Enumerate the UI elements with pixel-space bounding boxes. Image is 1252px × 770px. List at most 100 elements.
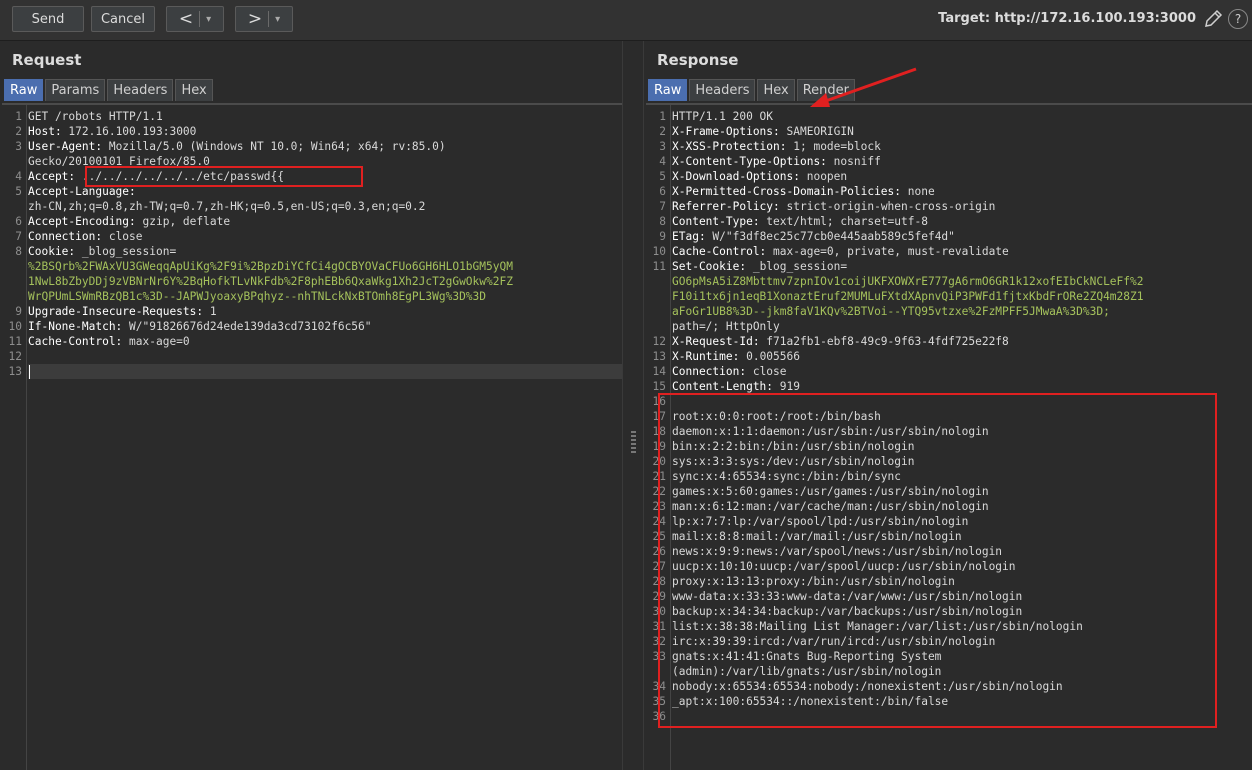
- line-text: zh-CN,zh;q=0.8,zh-TW;q=0.7,zh-HK;q=0.5,e…: [28, 199, 425, 214]
- header-name: Content-Type:: [672, 215, 760, 228]
- code-line: 13: [2, 364, 622, 379]
- line-text: Accept-Encoding: gzip, deflate: [28, 214, 230, 229]
- chevron-right-icon: >: [247, 8, 263, 29]
- line-text: X-Frame-Options: SAMEORIGIN: [672, 124, 854, 139]
- cancel-label: Cancel: [100, 11, 146, 27]
- line-number: 12: [8, 350, 22, 363]
- request-editor[interactable]: 1 GET /robots HTTP/1.1 2 Host: 172.16.100.1…: [2, 103, 622, 770]
- header-name: X-Runtime:: [672, 350, 740, 363]
- line-text: HTTP/1.1 200 OK: [672, 109, 773, 124]
- code-line: 1NwL8bZbyDDj9zVBNrNr6Y%2BqHofkTLvNkFdb%2…: [2, 274, 622, 289]
- line-number: 6: [659, 185, 666, 198]
- request-tabs: Raw Params Headers Hex: [4, 79, 215, 101]
- highlight-box: [85, 166, 363, 187]
- highlight-box: [658, 393, 1217, 728]
- back-button[interactable]: < ▾: [166, 6, 224, 32]
- request-panel: Request Raw Params Headers Hex 1 GET /robots…: [0, 41, 622, 770]
- header-name: User-Agent:: [28, 140, 103, 153]
- help-icon[interactable]: ?: [1228, 9, 1248, 29]
- code-line: 8 Content-Type: text/html; charset=utf-8: [646, 214, 1252, 229]
- header-value: max-age=0: [122, 335, 190, 348]
- pencil-icon[interactable]: [1202, 8, 1224, 30]
- response-editor[interactable]: 1 HTTP/1.1 200 OK 2 X-Frame-Options: SAMEOR…: [646, 103, 1252, 770]
- line-text: X-Content-Type-Options: nosniff: [672, 154, 881, 169]
- header-value: W/"91826676d24ede139da3cd73102f6c56": [122, 320, 372, 333]
- cookie-value: GO6pMsA5iZ8Mbttmv7zpnIOv1coijUKFXOWXrE77…: [672, 275, 1144, 288]
- response-panel: Response Raw Headers Hex Render 1 HTTP/1.1 2…: [644, 41, 1252, 770]
- target-label: Target: http://172.16.100.193:3000: [938, 11, 1196, 26]
- header-value: Mozilla/5.0 (Windows NT 10.0; Win64; x64…: [102, 140, 446, 153]
- chevron-left-icon: <: [178, 8, 194, 29]
- response-tab-hex[interactable]: Hex: [757, 79, 795, 101]
- line-text: path=/; HttpOnly: [672, 319, 780, 334]
- header-name: Set-Cookie:: [672, 260, 747, 273]
- code-line: 3 User-Agent: Mozilla/5.0 (Windows NT 10.…: [2, 139, 622, 154]
- code-line: 11 Set-Cookie: _blog_session=: [646, 259, 1252, 274]
- line-text: Cache-Control: max-age=0: [28, 334, 190, 349]
- request-tab-params[interactable]: Params: [45, 79, 106, 101]
- line-number: 12: [652, 335, 666, 348]
- header-value: noopen: [799, 170, 848, 183]
- code-line: 13 X-Runtime: 0.005566: [646, 349, 1252, 364]
- line-number: 11: [8, 335, 22, 348]
- request-tab-headers[interactable]: Headers: [107, 79, 174, 101]
- send-button[interactable]: Send: [12, 6, 84, 32]
- line-text: Cache-Control: max-age=0, private, must-…: [672, 244, 1009, 259]
- header-name: Cache-Control:: [28, 335, 123, 348]
- chevron-down-icon[interactable]: ▾: [275, 14, 280, 25]
- cookie-value: F10i1tx6jn1eqB1XonaztEruf2MUMLuFXtdXApnv…: [672, 290, 1144, 303]
- line-text: X-Runtime: 0.005566: [672, 349, 800, 364]
- request-title: Request: [12, 51, 82, 69]
- header-value: 172.16.100.193:3000: [61, 125, 197, 138]
- line-text: User-Agent: Mozilla/5.0 (Windows NT 10.0…: [28, 139, 446, 154]
- header-value: nosniff: [826, 155, 881, 168]
- line-number: 4: [659, 155, 666, 168]
- request-tab-raw[interactable]: Raw: [4, 79, 44, 101]
- line-number: 6: [15, 215, 22, 228]
- request-tab-hex[interactable]: Hex: [175, 79, 213, 101]
- line-number: 7: [15, 230, 22, 243]
- header-name: X-Permitted-Cross-Domain-Policies:: [672, 185, 902, 198]
- header-value: gzip, deflate: [135, 215, 231, 228]
- code-line: 10 Cache-Control: max-age=0, private, mus…: [646, 244, 1252, 259]
- line-text: X-Permitted-Cross-Domain-Policies: none: [672, 184, 935, 199]
- line-text: X-XSS-Protection: 1; mode=block: [672, 139, 881, 154]
- cookie-value: WrQPUmLSWmRBzQB1c%3D--JAPWJyoaxyBPqhyz--…: [28, 290, 487, 303]
- chevron-down-icon[interactable]: ▾: [206, 14, 211, 25]
- code-line: 7 Referrer-Policy: strict-origin-when-cro…: [646, 199, 1252, 214]
- header-value: 1; mode=block: [786, 140, 881, 153]
- header-name: Connection:: [672, 365, 747, 378]
- code-line: 8 Cookie: _blog_session=: [2, 244, 622, 259]
- header-name: Content-Length:: [672, 380, 774, 393]
- cookie-value: %2BSQrb%2FWAxVU3GWeqqApUiKg%2F9i%2BpzDiY…: [28, 260, 513, 273]
- header-value: path=/; HttpOnly: [672, 320, 780, 333]
- line-text: 1NwL8bZbyDDj9zVBNrNr6Y%2BqHofkTLvNkFdb%2…: [28, 274, 513, 289]
- header-name: ETag:: [672, 230, 706, 243]
- header-value: 919: [773, 380, 800, 393]
- response-tab-headers[interactable]: Headers: [689, 79, 756, 101]
- code-line: path=/; HttpOnly: [646, 319, 1252, 334]
- code-line: 11 Cache-Control: max-age=0: [2, 334, 622, 349]
- code-line: GO6pMsA5iZ8Mbttmv7zpnIOv1coijUKFXOWXrE77…: [646, 274, 1252, 289]
- line-number: 2: [15, 125, 22, 138]
- response-tab-raw[interactable]: Raw: [648, 79, 688, 101]
- line-number: 8: [659, 215, 666, 228]
- cookie-value: 1NwL8bZbyDDj9zVBNrNr6Y%2BqHofkTLvNkFdb%2…: [28, 275, 513, 288]
- line-number: 1: [659, 110, 666, 123]
- panel-splitter[interactable]: [622, 41, 644, 770]
- forward-button[interactable]: > ▾: [235, 6, 293, 32]
- line-text: Set-Cookie: _blog_session=: [672, 259, 847, 274]
- header-name: Accept-Encoding:: [28, 215, 136, 228]
- annotation-arrow-icon: [810, 67, 917, 107]
- text-caret: [29, 365, 30, 379]
- cookie-value: aFoGr1UB8%3D--jkm8faV1KQv%2BTVoi--YTQ95v…: [672, 305, 1110, 318]
- code-line: 15 Content-Length: 919: [646, 379, 1252, 394]
- line-number: 14: [652, 365, 666, 378]
- header-name: Referrer-Policy:: [672, 200, 780, 213]
- code-line: 1 GET /robots HTTP/1.1: [2, 109, 622, 124]
- splitter-grip-icon[interactable]: [631, 431, 636, 455]
- header-value: close: [102, 230, 143, 243]
- cancel-button[interactable]: Cancel: [91, 6, 155, 32]
- line-number: 8: [15, 245, 22, 258]
- line-text: ETag: W/"f3df8ec25c77cb0e445aab589c5fef4…: [672, 229, 955, 244]
